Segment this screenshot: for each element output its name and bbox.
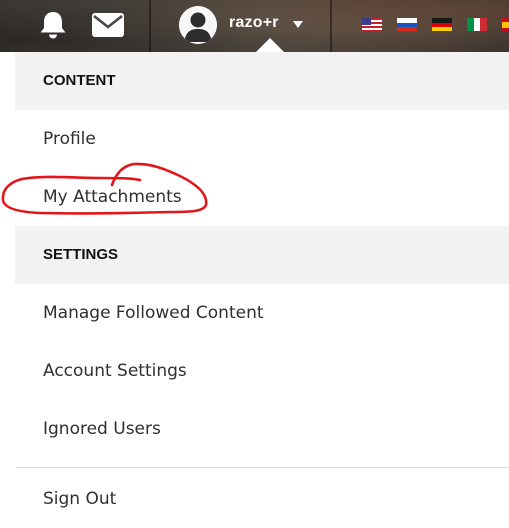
top-navigation-bar: razo+r	[0, 0, 509, 52]
account-dropdown-menu: CONTENT Profile My Attachments SETTINGS …	[15, 52, 509, 528]
menu-item-sign-out[interactable]: Sign Out	[15, 470, 509, 528]
menu-item-my-attachments[interactable]: My Attachments	[15, 168, 509, 226]
envelope-icon[interactable]	[91, 11, 125, 39]
avatar-icon[interactable]	[179, 6, 217, 44]
dropdown-pointer	[256, 38, 284, 52]
germany-flag-icon[interactable]	[432, 17, 452, 31]
caret-down-icon[interactable]	[293, 21, 303, 28]
russia-flag-icon[interactable]	[397, 17, 417, 31]
topbar-separator	[330, 0, 332, 52]
username-label[interactable]: razo+r	[229, 14, 279, 32]
settings-section-header: SETTINGS	[15, 226, 509, 284]
menu-item-ignored-users[interactable]: Ignored Users	[15, 400, 509, 458]
spain-flag-icon[interactable]	[502, 17, 509, 31]
menu-item-manage-followed-content[interactable]: Manage Followed Content	[15, 284, 509, 342]
bell-icon[interactable]	[37, 9, 69, 41]
menu-item-account-settings[interactable]: Account Settings	[15, 342, 509, 400]
topbar-separator	[149, 0, 151, 52]
italy-flag-icon[interactable]	[467, 17, 487, 31]
menu-divider	[16, 467, 509, 468]
content-section-header: CONTENT	[15, 52, 509, 110]
menu-item-profile[interactable]: Profile	[15, 110, 509, 168]
us-flag-icon[interactable]	[362, 17, 382, 31]
